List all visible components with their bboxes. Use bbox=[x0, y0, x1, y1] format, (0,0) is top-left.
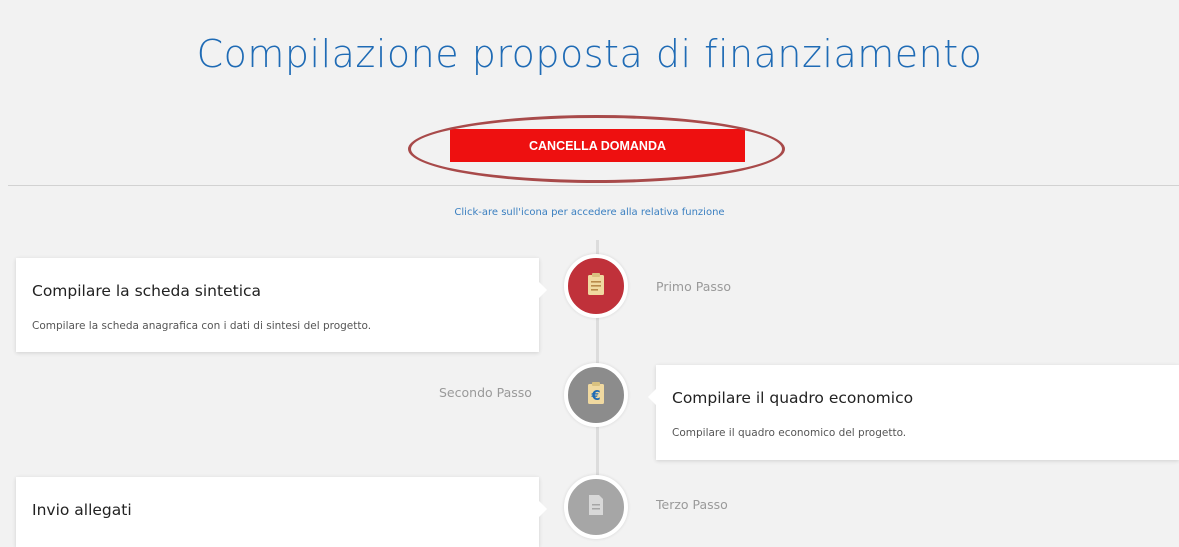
clipboard-icon bbox=[586, 272, 606, 300]
step-2-title: Compilare il quadro economico bbox=[672, 389, 914, 407]
step-1-title: Compilare la scheda sintetica bbox=[32, 282, 262, 300]
step-3-button[interactable] bbox=[564, 475, 628, 539]
instruction-hint: Click-are sull'icona per accedere alla r… bbox=[454, 207, 725, 218]
document-icon bbox=[587, 494, 605, 520]
step-2-card: Compilare il quadro economico Compilare … bbox=[648, 365, 1179, 460]
step-1-button[interactable] bbox=[564, 254, 628, 318]
step-1-description: Compilare la scheda anagrafica con i dat… bbox=[32, 320, 372, 332]
step-3-card: Invio allegati bbox=[16, 477, 547, 547]
step-2-label: Secondo Passo bbox=[439, 385, 532, 400]
page-title: Compilazione proposta di finanziamento bbox=[196, 32, 983, 76]
step-2-description: Compilare il quadro economico del proget… bbox=[672, 427, 907, 439]
step-3-label: Terzo Passo bbox=[656, 497, 728, 512]
step-1-label: Primo Passo bbox=[656, 279, 732, 294]
divider bbox=[8, 185, 1179, 186]
cancel-application-button[interactable]: CANCELLA DOMANDA bbox=[450, 129, 745, 162]
step-3-title: Invio allegati bbox=[32, 501, 132, 519]
step-1-card: Compilare la scheda sintetica Compilare … bbox=[16, 258, 547, 352]
euro-clipboard-icon: € bbox=[586, 381, 606, 409]
svg-text:€: € bbox=[590, 389, 600, 404]
step-2-button[interactable]: € bbox=[564, 363, 628, 427]
